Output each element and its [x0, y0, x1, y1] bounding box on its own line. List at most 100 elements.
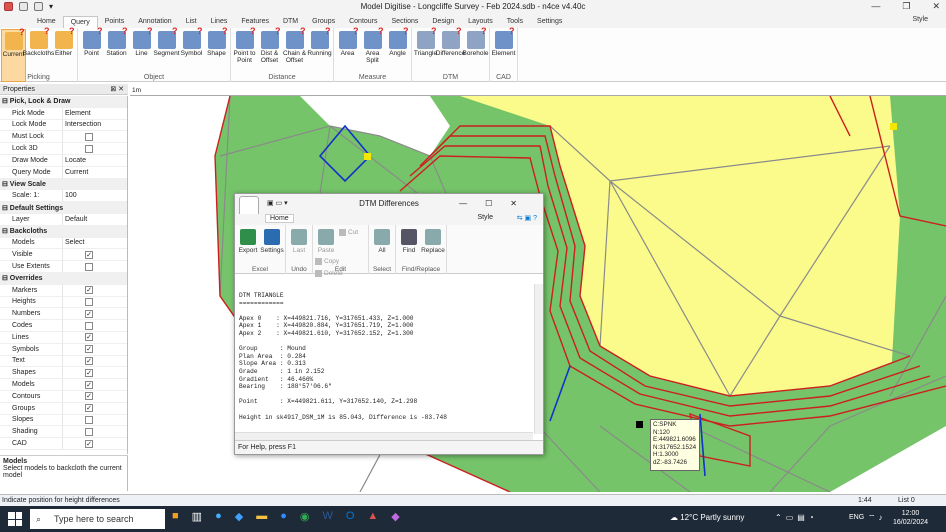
property-value[interactable]: ✓ — [62, 249, 127, 261]
report-text[interactable]: DTM TRIANGLE ============ Apex 0 : X=449… — [239, 292, 535, 432]
property-row[interactable]: Layer Default — [0, 213, 127, 226]
pin-icon[interactable]: ⊠ ✕ — [110, 84, 124, 95]
task-view-icon[interactable]: ▥ — [192, 510, 202, 523]
property-value[interactable] — [62, 296, 127, 308]
property-value[interactable]: ✓ — [62, 284, 127, 296]
drop-app-icon[interactable]: ◆ — [391, 510, 399, 523]
property-value[interactable]: Default — [62, 213, 127, 225]
checkbox[interactable]: ✓ — [85, 333, 93, 342]
property-row[interactable]: Slopes — [0, 414, 127, 427]
checkbox[interactable]: ✓ — [85, 286, 93, 295]
property-value[interactable]: ✓ — [62, 402, 127, 414]
property-row[interactable]: Shapes ✓ — [0, 367, 127, 380]
checkbox[interactable]: ✓ — [85, 368, 93, 377]
checkbox[interactable]: ✓ — [85, 439, 93, 448]
property-row[interactable]: Numbers ✓ — [0, 308, 127, 321]
property-value[interactable]: ✓ — [62, 355, 127, 367]
checkbox[interactable]: ✓ — [85, 380, 93, 389]
dialog-style-label[interactable]: Style — [477, 214, 493, 221]
word-icon[interactable]: W — [322, 510, 332, 523]
dialog-tab-home[interactable]: Home — [265, 214, 294, 223]
property-row[interactable]: Markers ✓ — [0, 284, 127, 297]
property-value[interactable] — [62, 426, 127, 438]
point-marker[interactable] — [890, 123, 897, 130]
property-row[interactable]: Codes — [0, 320, 127, 332]
property-value[interactable]: Current — [62, 166, 127, 178]
dialog-help-icon[interactable]: ⇆ ▣ ? — [517, 214, 537, 222]
property-value[interactable]: ✓ — [62, 367, 127, 379]
checkbox[interactable] — [85, 297, 93, 306]
n4ce-app-icon[interactable]: ▲ — [367, 510, 378, 523]
cut-button[interactable]: Cut — [339, 227, 358, 237]
checkbox[interactable]: ✓ — [85, 392, 93, 401]
property-row[interactable]: Models ✓ — [0, 379, 127, 391]
chrome-icon[interactable]: ◉ — [300, 510, 310, 523]
property-category[interactable]: ⊟ Default Settings — [0, 202, 127, 214]
property-value[interactable] — [62, 261, 127, 272]
property-row[interactable]: Groups ✓ — [0, 402, 127, 415]
checkbox[interactable]: ✓ — [85, 309, 93, 318]
restore-icon[interactable]: ❐ — [902, 1, 910, 12]
point-marker[interactable] — [364, 153, 371, 160]
property-row[interactable]: Models Select — [0, 237, 127, 250]
close-icon[interactable]: ✕ — [932, 1, 940, 12]
minimize-icon[interactable]: — — [871, 1, 880, 12]
checkbox[interactable] — [85, 144, 93, 153]
zoom-icon[interactable]: ● — [280, 510, 287, 523]
property-value[interactable]: ✓ — [62, 308, 127, 320]
property-row[interactable]: Contours ✓ — [0, 390, 127, 403]
property-row[interactable]: Must Lock — [0, 131, 127, 144]
weather[interactable]: ☁ 12°C Partly sunny — [670, 513, 744, 522]
property-row[interactable]: Symbols ✓ — [0, 343, 127, 356]
property-row[interactable]: Scale: 1: 100 — [0, 190, 127, 203]
property-row[interactable]: Text ✓ — [0, 355, 127, 368]
language[interactable]: ENG — [849, 514, 864, 521]
property-value[interactable]: Select — [62, 237, 127, 249]
property-value[interactable] — [62, 320, 127, 331]
property-category[interactable]: ⊟ Overrides — [0, 272, 127, 285]
property-row[interactable]: Pick Mode Element — [0, 107, 127, 120]
property-row[interactable]: Query Mode Current — [0, 166, 127, 179]
checkbox[interactable]: ✓ — [85, 404, 93, 413]
checkbox[interactable]: ✓ — [85, 345, 93, 354]
system-tray-icons[interactable]: ⌃▭▤◔ — [775, 513, 818, 522]
property-row[interactable]: Visible ✓ — [0, 249, 127, 262]
checkbox[interactable] — [85, 262, 93, 271]
property-value[interactable] — [62, 143, 127, 154]
property-value[interactable] — [62, 414, 127, 426]
checkbox[interactable] — [85, 321, 93, 330]
property-category[interactable]: ⊟ Backcloths — [0, 225, 127, 238]
dialog-window-controls[interactable]: —☐✕ — [459, 194, 535, 214]
property-row[interactable]: Heights — [0, 296, 127, 309]
checkbox[interactable] — [85, 132, 93, 141]
property-value[interactable]: ✓ — [62, 331, 127, 343]
property-value[interactable] — [62, 131, 127, 143]
edge-icon[interactable]: ● — [215, 510, 222, 523]
property-value[interactable]: ✓ — [62, 379, 127, 390]
windows-start-icon[interactable] — [8, 512, 22, 526]
tab-query[interactable]: Query — [62, 16, 98, 28]
property-value[interactable]: ✓ — [62, 438, 127, 449]
property-row[interactable]: Draw Mode Locate — [0, 154, 127, 167]
property-category[interactable]: ⊟ Pick, Lock & Draw — [0, 96, 127, 108]
network-sound-icons[interactable]: ⌔♪ — [868, 513, 886, 523]
outlook-icon[interactable]: O — [346, 510, 355, 523]
style-label[interactable]: Style — [912, 16, 928, 23]
copy-button[interactable]: Copy — [315, 256, 339, 266]
briefcase-app-icon[interactable]: ■ — [172, 510, 179, 523]
checkbox[interactable] — [85, 427, 93, 436]
tab-settings[interactable]: Settings — [530, 16, 569, 28]
property-row[interactable]: Lock 3D — [0, 143, 127, 155]
property-value[interactable]: Element — [62, 107, 127, 119]
property-value[interactable]: 100 — [62, 190, 127, 202]
property-row[interactable]: Shading — [0, 426, 127, 439]
tab-lines[interactable]: Lines — [204, 16, 235, 28]
property-value[interactable]: Locate — [62, 154, 127, 166]
photos-icon[interactable]: ◆ — [235, 510, 243, 523]
tab-tools[interactable]: Tools — [500, 16, 530, 28]
clock[interactable]: 12:00 16/02/2024 — [893, 509, 928, 527]
checkbox[interactable] — [85, 415, 93, 424]
property-row[interactable]: Lines ✓ — [0, 331, 127, 344]
property-row[interactable]: CAD ✓ — [0, 438, 127, 450]
vertical-scrollbar[interactable] — [534, 284, 543, 434]
